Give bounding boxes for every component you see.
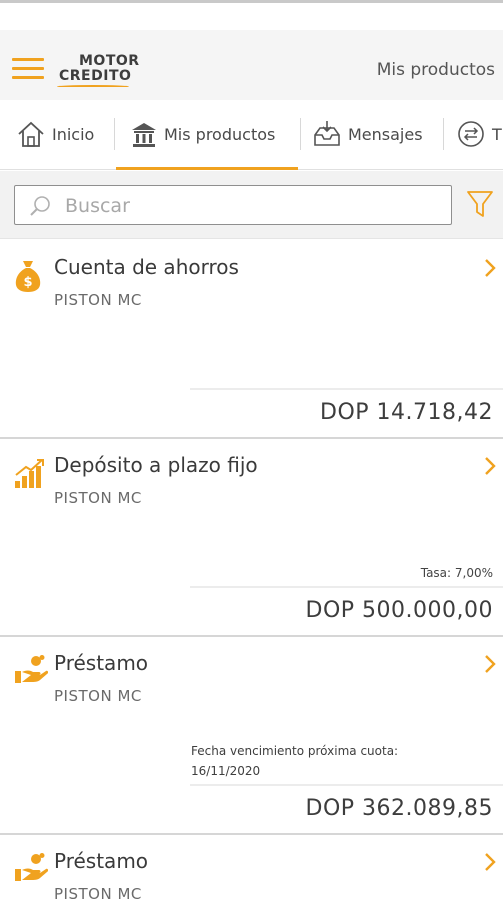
tab-transferencias[interactable]: T [456, 100, 503, 168]
next-payment-date: 16/11/2020 [191, 764, 261, 778]
nav-tabs: Inicio Mis productos Mensajes T [0, 100, 503, 170]
tab-divider [114, 118, 115, 150]
product-amount: DOP 500.000,00 [305, 598, 493, 623]
tab-divider [443, 118, 444, 150]
inbox-icon [314, 121, 340, 146]
tab-label: T [492, 124, 502, 144]
product-card-loan-2[interactable]: Préstamo PISTON MC [0, 835, 503, 900]
app-logo: MOTOR CREDITO [57, 51, 152, 91]
search-box [14, 185, 452, 225]
chevron-right-icon[interactable] [483, 455, 497, 477]
product-card-fixed-deposit[interactable]: Depósito a plazo fijo PISTON MC Tasa: 7,… [0, 439, 503, 637]
chevron-right-icon[interactable] [483, 257, 497, 279]
next-payment-label: Fecha vencimiento próxima cuota: [191, 744, 399, 758]
tab-mensajes[interactable]: Mensajes [312, 100, 442, 168]
filter-icon[interactable] [466, 189, 494, 219]
bank-icon [132, 123, 156, 147]
interest-rate: Tasa: 7,00% [420, 566, 493, 580]
product-amount: DOP 362.089,85 [305, 796, 493, 821]
product-card-loan[interactable]: Préstamo PISTON MC Fecha vencimiento pró… [0, 637, 503, 835]
product-title: Préstamo [54, 651, 149, 675]
growth-chart-icon [15, 459, 44, 488]
search-icon [30, 196, 50, 216]
product-card-savings[interactable]: $ Cuenta de ahorros PISTON MC DOP 14.718… [0, 241, 503, 439]
svg-text:$: $ [23, 275, 32, 290]
card-divider [190, 784, 503, 786]
tab-divider [300, 118, 301, 150]
tab-mis-productos[interactable]: Mis productos [116, 100, 298, 170]
product-owner: PISTON MC [54, 885, 142, 900]
page-title: Mis productos [376, 60, 495, 80]
loan-hand-icon [15, 853, 48, 881]
status-strip [0, 0, 503, 3]
app-header: MOTOR CREDITO Mis productos [0, 30, 503, 100]
tab-label: Mensajes [348, 124, 423, 144]
logo-line-2: CREDITO [59, 68, 132, 84]
card-divider [190, 586, 503, 588]
logo-line-1: MOTOR [79, 53, 140, 69]
product-owner: PISTON MC [54, 489, 142, 507]
transfer-icon [458, 121, 484, 147]
tab-inicio[interactable]: Inicio [16, 100, 111, 168]
logo-swoosh [57, 85, 129, 88]
money-bag-icon: $ [15, 261, 41, 292]
hamburger-menu-icon[interactable] [12, 58, 44, 82]
search-bar [0, 171, 503, 239]
product-owner: PISTON MC [54, 291, 142, 309]
chevron-right-icon[interactable] [483, 653, 497, 675]
chevron-right-icon[interactable] [483, 851, 497, 873]
product-title: Depósito a plazo fijo [54, 453, 258, 477]
product-title: Cuenta de ahorros [54, 255, 239, 279]
product-amount: DOP 14.718,42 [320, 400, 493, 425]
tab-label: Mis productos [164, 124, 276, 144]
product-title: Préstamo [54, 849, 149, 873]
card-divider [190, 388, 503, 390]
product-owner: PISTON MC [54, 687, 142, 705]
home-icon [18, 121, 44, 147]
search-input[interactable] [65, 192, 445, 220]
tab-label: Inicio [52, 124, 95, 144]
loan-hand-icon [15, 655, 48, 683]
